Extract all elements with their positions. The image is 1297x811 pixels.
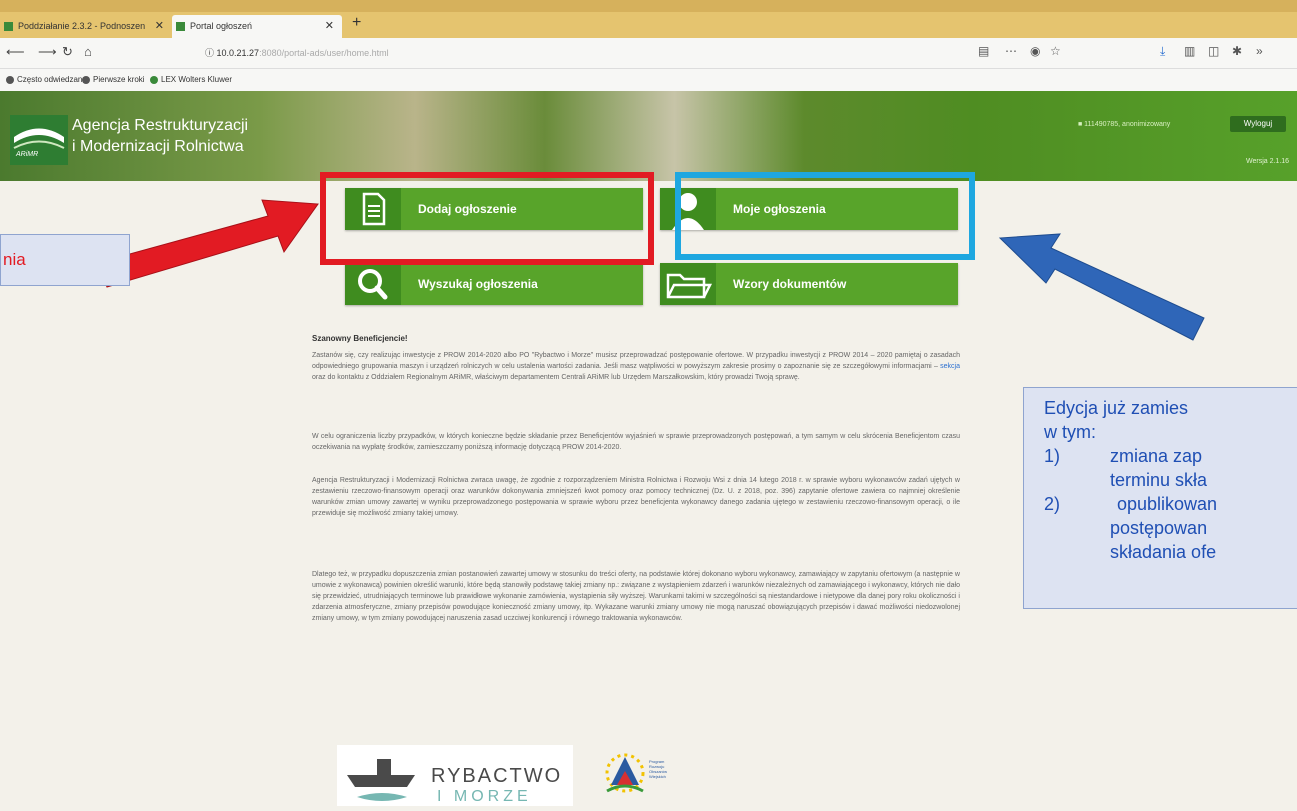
right-callout: Edycja już zamies w tym: 1) zmiana zap t…	[1023, 387, 1297, 609]
left-callout: nia	[0, 234, 130, 286]
blue-arrow	[998, 233, 1205, 341]
left-callout-text: nia	[3, 250, 26, 269]
red-arrow	[96, 199, 319, 288]
